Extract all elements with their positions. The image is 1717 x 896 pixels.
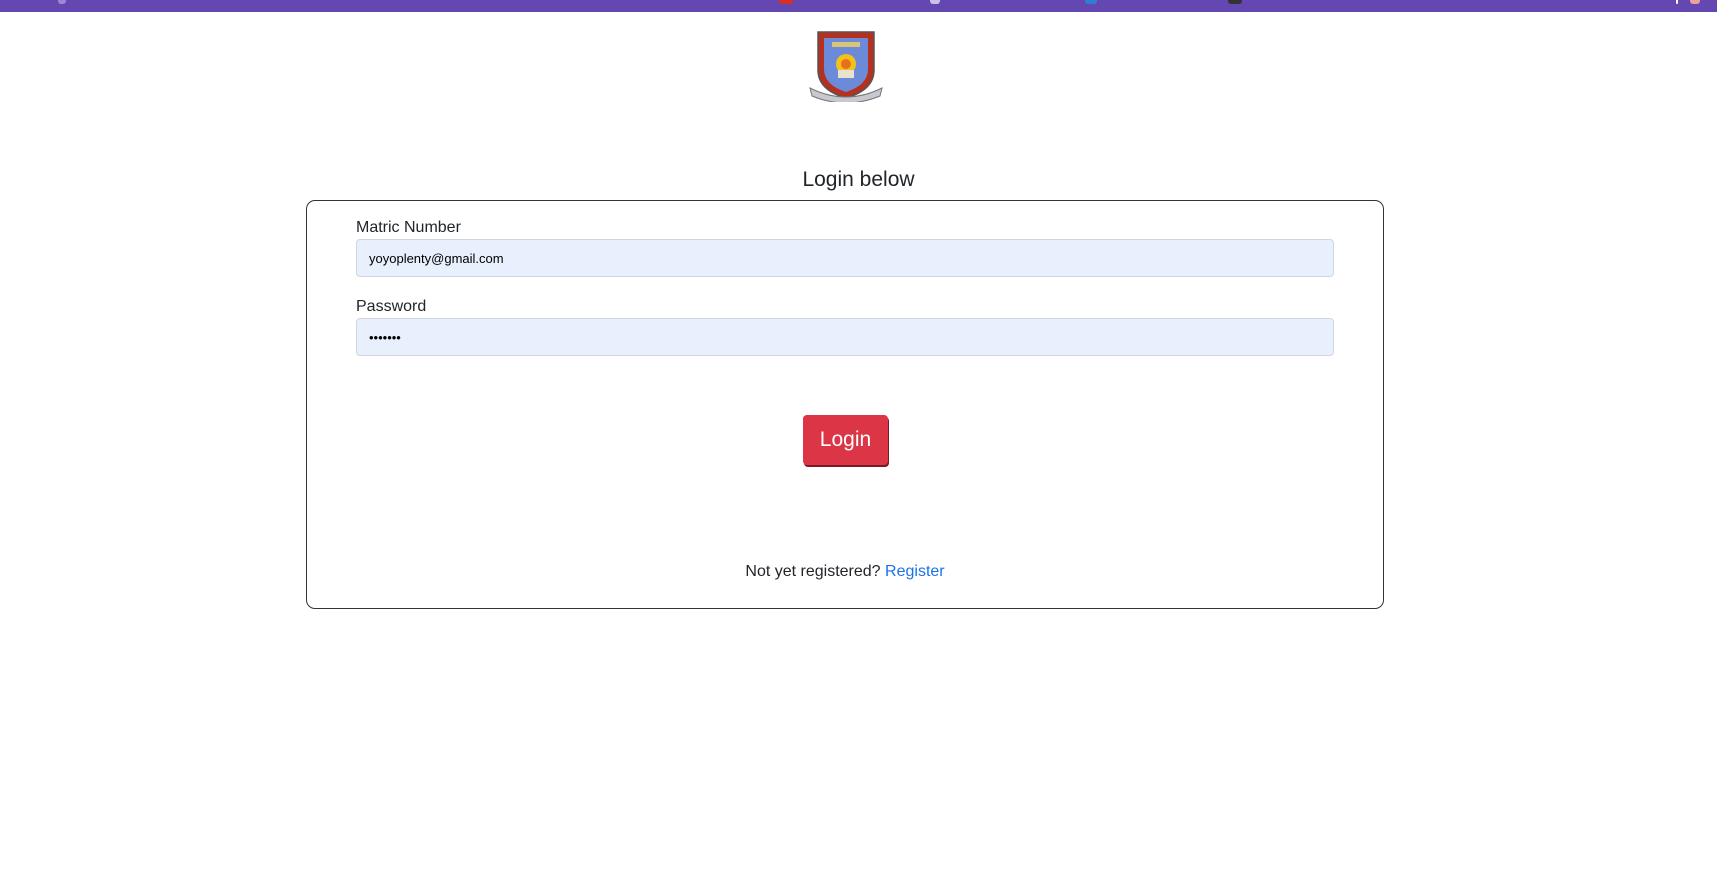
bookmark-icon [779, 0, 793, 4]
tab-fragment [58, 0, 66, 4]
extension-icon [1690, 0, 1700, 4]
page-title: Login below [802, 168, 915, 191]
browser-top-bar [0, 0, 1717, 12]
register-prompt-text: Not yet registered? [745, 563, 881, 580]
password-label: Password [356, 298, 427, 315]
register-prompt: Not yet registered? Register [307, 563, 1383, 581]
matric-number-input[interactable] [356, 239, 1334, 277]
toolbar-divider [1676, 0, 1678, 4]
password-input[interactable] [356, 318, 1334, 356]
login-button[interactable]: Login [803, 415, 888, 465]
bookmark-icon [930, 0, 940, 4]
login-card: Matric Number Password Login Not yet reg… [306, 200, 1384, 609]
register-link[interactable]: Register [885, 563, 945, 580]
matric-number-label: Matric Number [356, 219, 461, 236]
bookmark-icon [1085, 0, 1097, 4]
institution-crest-logo [809, 31, 883, 102]
bookmark-icon [1228, 0, 1242, 4]
